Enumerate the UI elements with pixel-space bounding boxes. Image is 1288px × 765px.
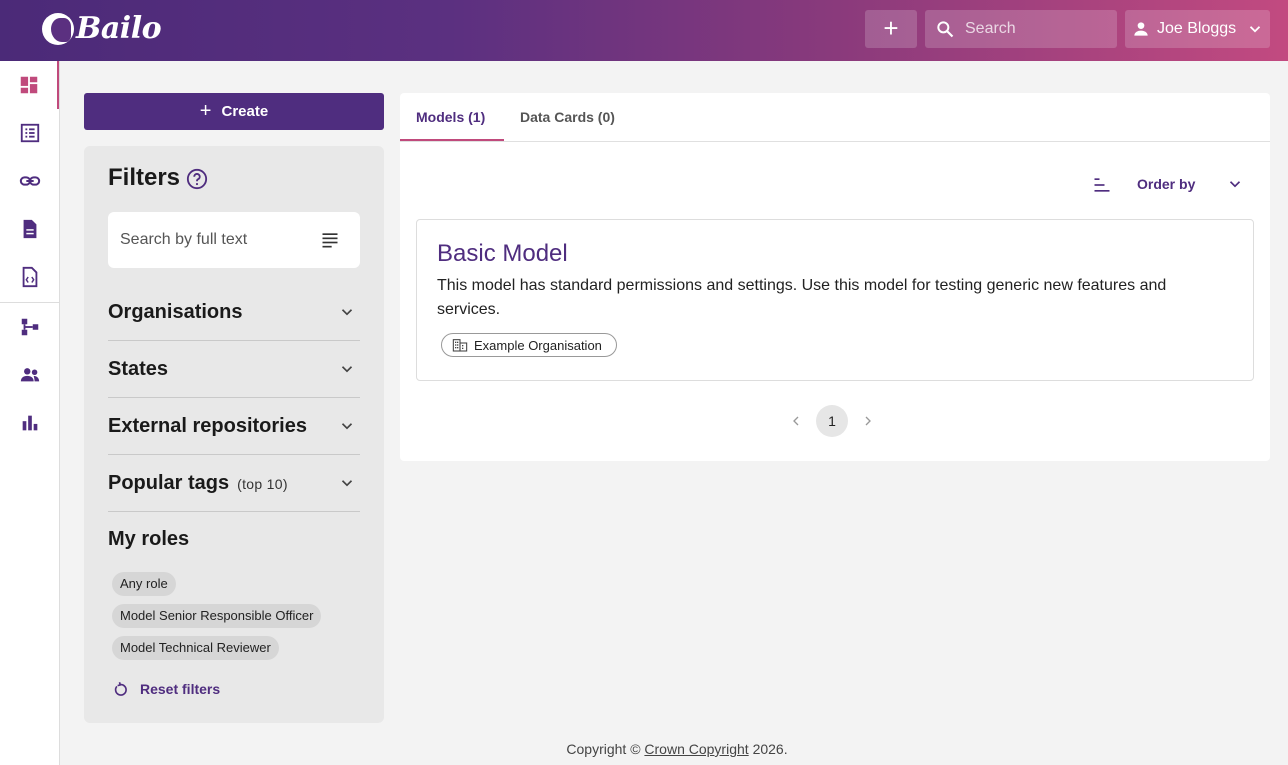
text-lines-icon	[322, 233, 338, 248]
page-button[interactable]: 1	[816, 405, 848, 437]
results-tabs: Models (1) Data Cards (0)	[400, 93, 1270, 142]
my-roles-title: My roles	[108, 528, 190, 550]
add-button[interactable]: +	[865, 10, 917, 48]
chevron-right-icon[interactable]	[860, 413, 876, 429]
reset-filters-button[interactable]: Reset filters	[112, 680, 220, 698]
restart-icon	[114, 682, 127, 696]
nav-documents[interactable]	[0, 205, 59, 253]
dashboard-icon	[20, 76, 37, 94]
filter-section-label: Popular tags (top 10)	[108, 471, 288, 494]
filter-external-repositories[interactable]: External repositories	[108, 398, 360, 455]
top-app-bar: Bailo + Joe Bloggs	[0, 0, 1288, 61]
pagination: 1	[788, 405, 876, 437]
schema-icon	[21, 318, 38, 336]
organisation-name: Example Organisation	[474, 337, 602, 353]
nav-schemas[interactable]	[0, 303, 59, 351]
tab-models[interactable]: Models (1)	[416, 109, 485, 125]
logo-text: Bailo	[76, 11, 162, 46]
full-text-search-input[interactable]	[120, 231, 310, 249]
filters-panel: Filters Organisations States External re…	[84, 146, 384, 723]
nav-links[interactable]	[0, 157, 59, 205]
role-chip[interactable]: Model Technical Reviewer	[112, 636, 279, 660]
nav-list[interactable]	[0, 109, 59, 157]
chevron-left-icon[interactable]	[788, 413, 804, 429]
plus-icon: +	[199, 100, 212, 122]
model-description: This model has standard permissions and …	[437, 277, 1167, 318]
global-search[interactable]	[925, 10, 1117, 48]
reset-filters-label: Reset filters	[140, 681, 221, 697]
help-icon[interactable]	[186, 168, 208, 190]
filter-states[interactable]: States	[108, 341, 360, 398]
active-tab-indicator	[400, 139, 504, 141]
link-icon	[19, 176, 40, 186]
search-icon	[937, 21, 954, 38]
role-chip[interactable]: Any role	[112, 572, 176, 596]
tab-data-cards[interactable]: Data Cards (0)	[520, 109, 615, 125]
building-icon	[452, 339, 468, 352]
chevron-down-icon	[341, 309, 353, 316]
chevron-down-icon	[341, 480, 353, 487]
role-chip[interactable]: Model Senior Responsible Officer	[112, 604, 322, 628]
chevron-down-icon	[341, 366, 353, 373]
list-icon	[20, 123, 39, 143]
nav-people[interactable]	[0, 351, 59, 399]
create-button-label: Create	[221, 103, 269, 120]
full-text-search[interactable]	[108, 212, 360, 268]
lion-logo-icon	[42, 12, 74, 45]
filter-section-sublabel: (top 10)	[237, 475, 288, 492]
chevron-down-icon	[1250, 26, 1261, 33]
filter-organisations[interactable]: Organisations	[108, 284, 360, 341]
document-icon	[23, 219, 36, 239]
nav-reports[interactable]	[0, 399, 59, 447]
bar-chart-icon	[22, 415, 37, 431]
order-by-select[interactable]: Order by	[1137, 176, 1195, 192]
organisation-chip[interactable]: Example Organisation	[441, 333, 617, 357]
user-menu-button[interactable]: Joe Bloggs	[1125, 10, 1270, 48]
crown-copyright-link[interactable]: Crown Copyright	[644, 741, 748, 757]
model-title-link[interactable]: Basic Model	[437, 240, 568, 268]
chevron-down-icon[interactable]	[1226, 175, 1244, 193]
bailo-logo[interactable]: Bailo	[42, 11, 162, 46]
global-search-input[interactable]	[965, 20, 1105, 38]
code-file-icon	[22, 266, 37, 288]
side-nav	[0, 61, 60, 765]
copyright-year: 2026.	[752, 741, 788, 757]
create-button[interactable]: + Create	[84, 93, 384, 130]
chevron-down-icon	[341, 423, 353, 430]
footer: Copyright © Crown Copyright 2026.	[0, 741, 1288, 757]
results-panel: Models (1) Data Cards (0) Order by Basic…	[400, 93, 1270, 461]
user-name: Joe Bloggs	[1157, 20, 1237, 37]
sort-icon[interactable]	[1092, 175, 1112, 195]
filter-section-label: States	[108, 357, 169, 380]
people-icon	[20, 368, 39, 382]
nav-code-files[interactable]	[0, 253, 59, 301]
filter-section-label: External repositories	[108, 414, 307, 437]
filter-popular-tags[interactable]: Popular tags (top 10)	[108, 455, 360, 512]
filter-section-label: Organisations	[108, 300, 243, 323]
nav-dashboard[interactable]	[0, 61, 59, 109]
copyright-prefix: Copyright ©	[566, 741, 641, 757]
filters-title: Filters	[108, 164, 181, 191]
person-icon	[1134, 22, 1148, 36]
model-card[interactable]: Basic Model This model has standard perm…	[416, 219, 1254, 381]
